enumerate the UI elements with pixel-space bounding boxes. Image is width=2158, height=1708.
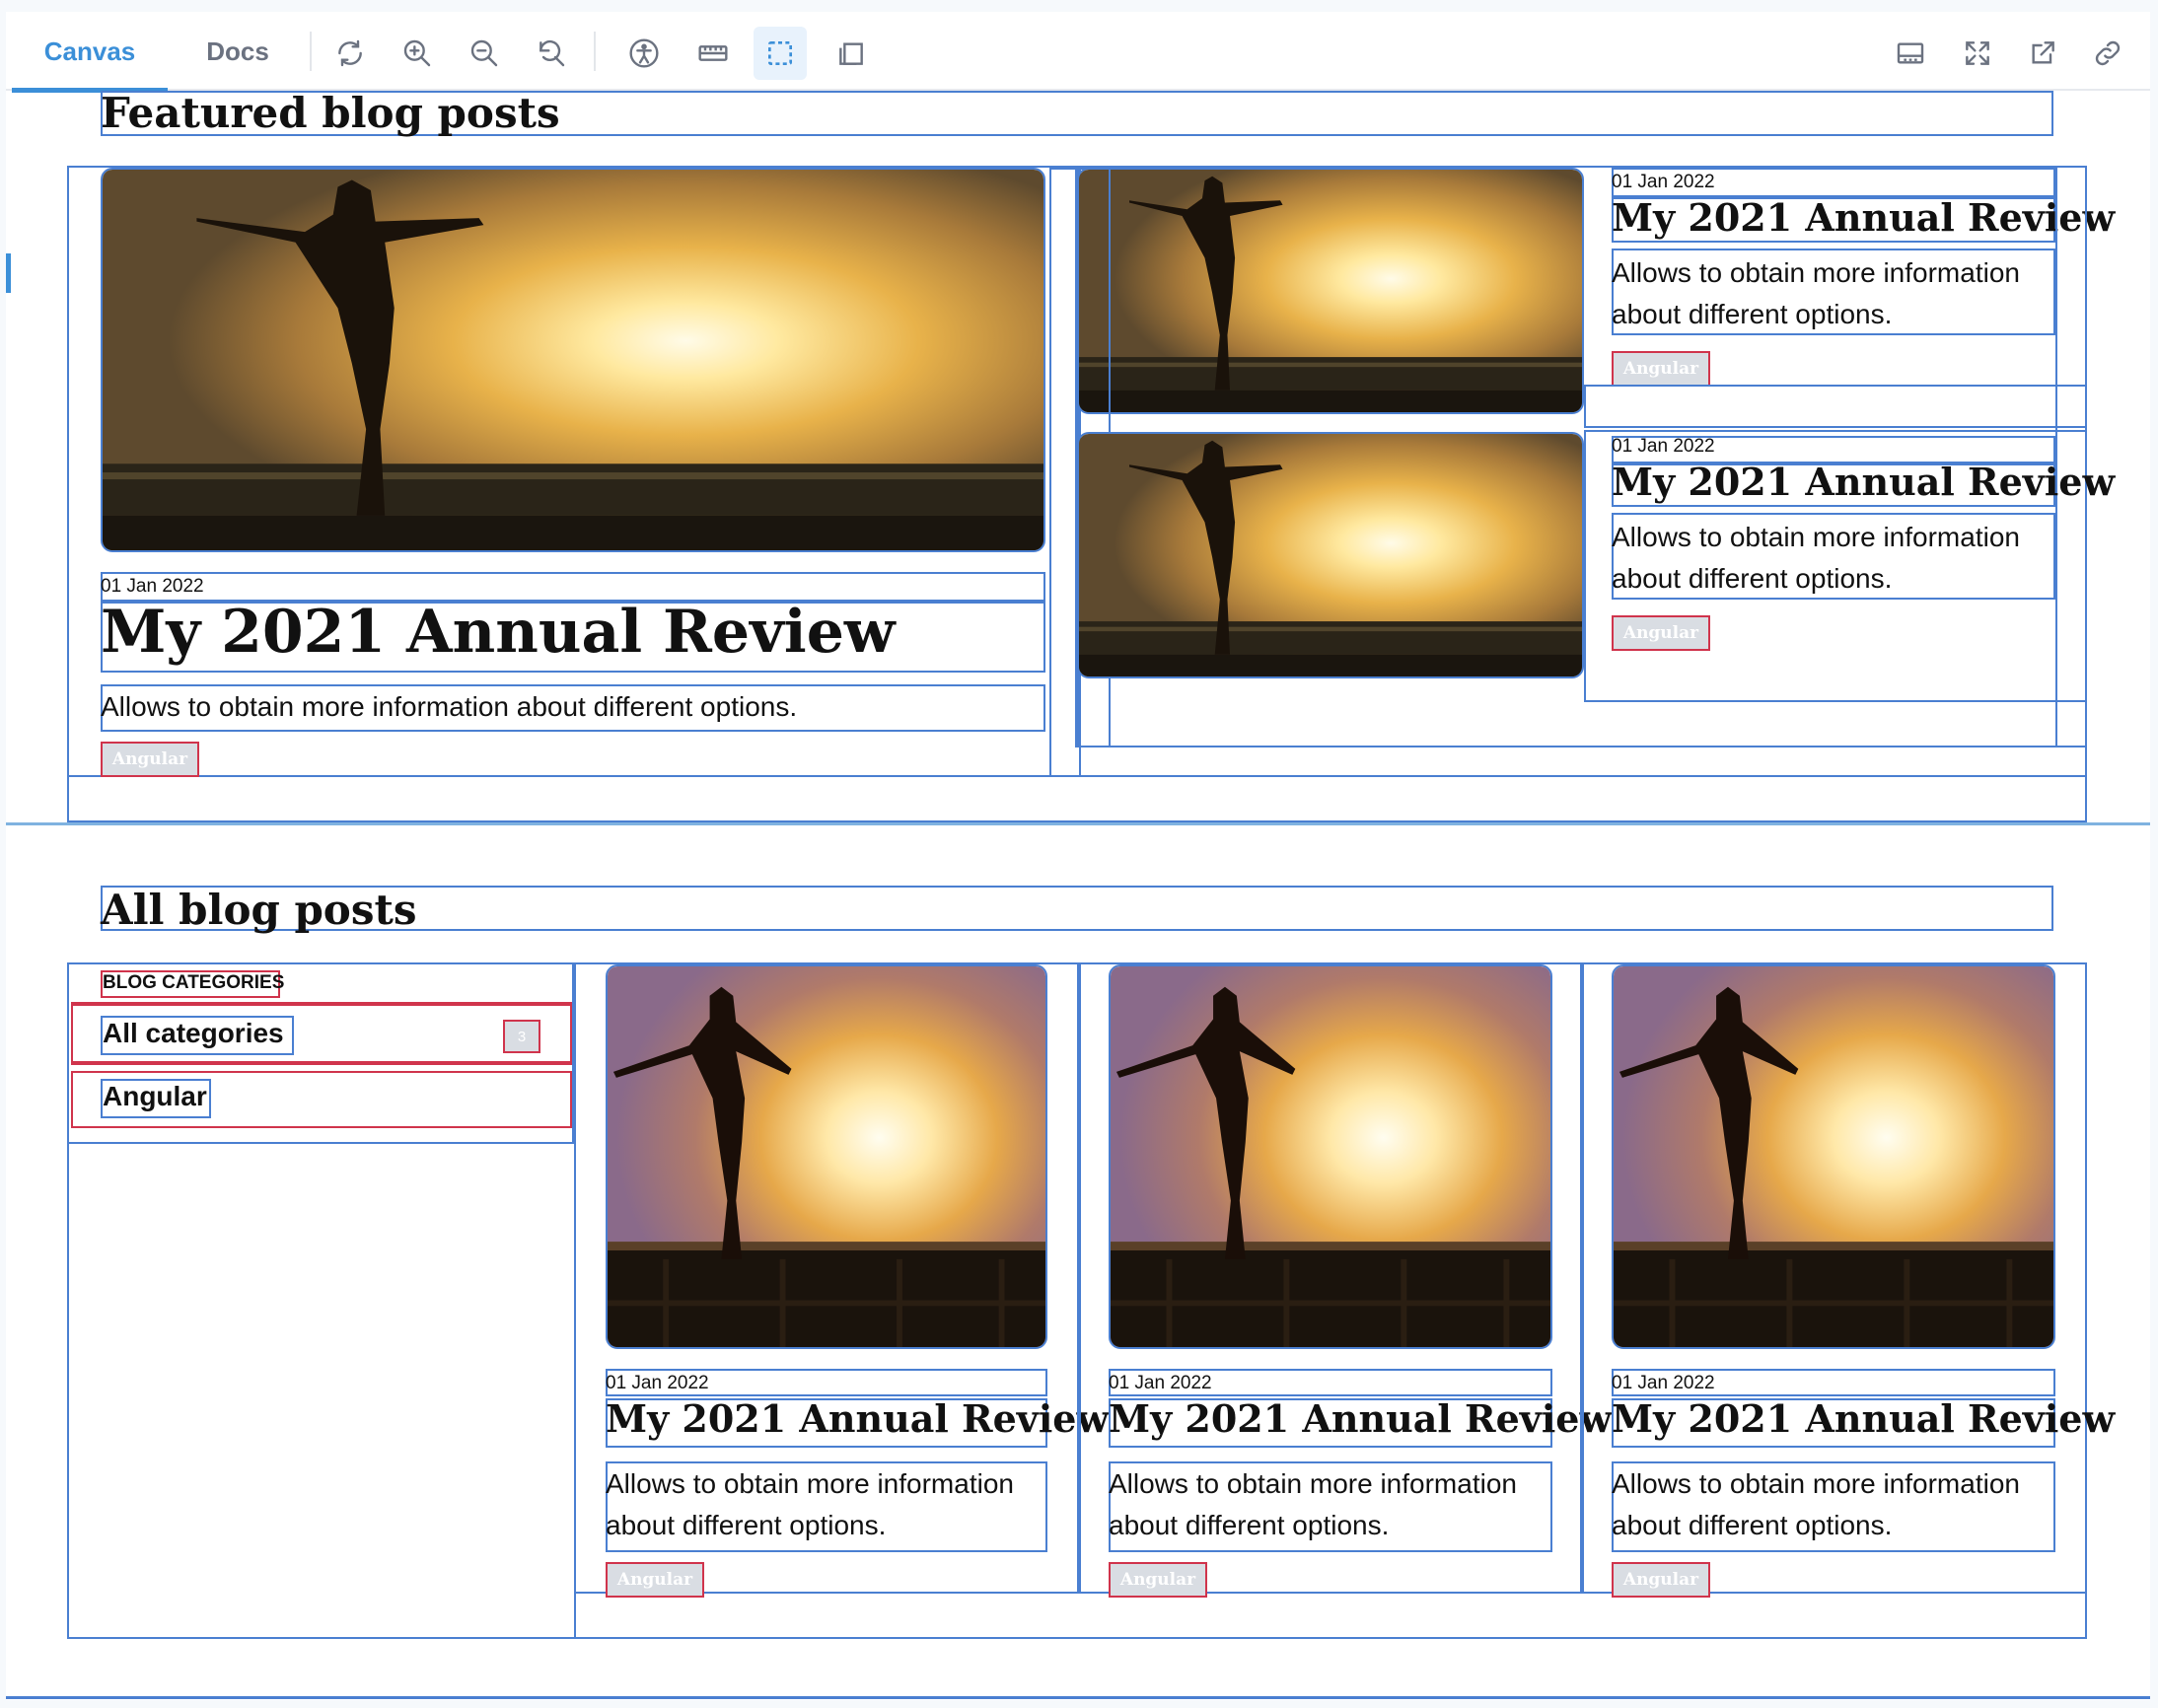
post-1-date: 01 Jan 2022 xyxy=(606,1373,709,1393)
post-2-tag[interactable]: Angular xyxy=(1109,1562,1207,1598)
post-1-description: Allows to obtain more information about … xyxy=(606,1468,1014,1540)
post-3-tag[interactable]: Angular xyxy=(1612,1562,1710,1598)
open-new-tab-icon xyxy=(2032,41,2054,64)
story-indicator xyxy=(6,253,11,293)
zoom-out-icon xyxy=(470,39,498,67)
reload-button[interactable] xyxy=(324,27,377,80)
toolbar-divider xyxy=(594,32,596,71)
featured-side-right-gutter xyxy=(2055,166,2087,747)
featured-side-1-footer xyxy=(1584,385,2087,428)
zoom-in-button[interactable] xyxy=(391,27,444,80)
reload-icon xyxy=(338,39,362,67)
toolbar-divider xyxy=(310,32,312,71)
post-3-description: Allows to obtain more information about … xyxy=(1612,1468,2020,1540)
post-divider xyxy=(1077,962,1081,1594)
addons-panel-button[interactable] xyxy=(1884,27,1937,80)
featured-main-title[interactable]: My 2021 Annual Review xyxy=(101,598,896,667)
post-2-description: Allows to obtain more information about … xyxy=(1109,1468,1517,1540)
featured-heading: Featured blog posts xyxy=(101,89,560,137)
featured-main-tag[interactable]: Angular xyxy=(101,742,199,777)
fullscreen-icon xyxy=(1966,41,1989,65)
section-divider xyxy=(6,822,2150,825)
copy-link-button[interactable] xyxy=(2081,27,2134,80)
all-heading: All blog posts xyxy=(101,886,417,934)
post-3-title[interactable]: My 2021 Annual Review xyxy=(1612,1396,2115,1441)
post-3-image[interactable] xyxy=(1612,964,2055,1349)
post-2-title[interactable]: My 2021 Annual Review xyxy=(1109,1396,1612,1441)
featured-main-date: 01 Jan 2022 xyxy=(101,576,204,597)
storybook-toolbar: Canvas Docs xyxy=(6,12,2150,93)
accessibility-icon xyxy=(629,38,659,68)
measure-button[interactable] xyxy=(686,27,740,80)
bottom-divider xyxy=(6,1696,2150,1699)
reset-zoom-icon xyxy=(540,39,565,67)
featured-main-description: Allows to obtain more information about … xyxy=(101,691,798,722)
featured-side-2-date: 01 Jan 2022 xyxy=(1612,436,1715,457)
zoom-out-button[interactable] xyxy=(458,27,511,80)
featured-side-2-description: Allows to obtain more information about … xyxy=(1612,522,2020,594)
zoom-in-icon xyxy=(403,39,431,67)
post-1-image[interactable] xyxy=(606,964,1047,1349)
post-2-image[interactable] xyxy=(1109,964,1552,1349)
category-all-label[interactable]: All categories xyxy=(103,1018,284,1049)
copy-link-icon xyxy=(2095,40,2121,66)
featured-side-1-tag[interactable]: Angular xyxy=(1612,351,1710,387)
featured-main-image[interactable] xyxy=(101,168,1045,552)
featured-side-1-description: Allows to obtain more information about … xyxy=(1612,257,2020,329)
open-new-tab-button[interactable] xyxy=(2016,27,2069,80)
post-1-title[interactable]: My 2021 Annual Review xyxy=(606,1396,1109,1441)
measure-icon xyxy=(839,42,863,65)
post-2-date: 01 Jan 2022 xyxy=(1109,1373,1212,1393)
reset-zoom-button[interactable] xyxy=(525,27,578,80)
addons-panel-icon xyxy=(1897,42,1924,64)
featured-side-1-date: 01 Jan 2022 xyxy=(1612,172,1715,192)
category-count-badge: 3 xyxy=(503,1020,540,1053)
post-1-tag[interactable]: Angular xyxy=(606,1562,704,1598)
viewport-button[interactable] xyxy=(825,27,878,80)
category-angular-label[interactable]: Angular xyxy=(103,1081,207,1112)
featured-side-2-image[interactable] xyxy=(1077,432,1584,678)
tab-canvas[interactable]: Canvas xyxy=(12,12,168,93)
outline-icon xyxy=(768,41,792,65)
fullscreen-button[interactable] xyxy=(1951,27,2004,80)
post-3-date: 01 Jan 2022 xyxy=(1612,1373,1715,1393)
outline-button[interactable] xyxy=(754,27,807,80)
featured-side-1-image[interactable] xyxy=(1077,168,1584,414)
featured-side-2-tag[interactable]: Angular xyxy=(1612,615,1710,651)
post-divider xyxy=(1580,962,1584,1594)
featured-side-1-title[interactable]: My 2021 Annual Review xyxy=(1612,195,2115,240)
categories-label: BLOG CATEGORIES xyxy=(103,972,285,993)
featured-side-2-title[interactable]: My 2021 Annual Review xyxy=(1612,460,2115,504)
tab-docs[interactable]: Docs xyxy=(174,12,302,91)
ruler-icon xyxy=(698,45,728,61)
accessibility-button[interactable] xyxy=(617,27,671,80)
storybook-frame: Canvas Docs Featured blog posts 01 Jan 2… xyxy=(6,12,2150,1700)
